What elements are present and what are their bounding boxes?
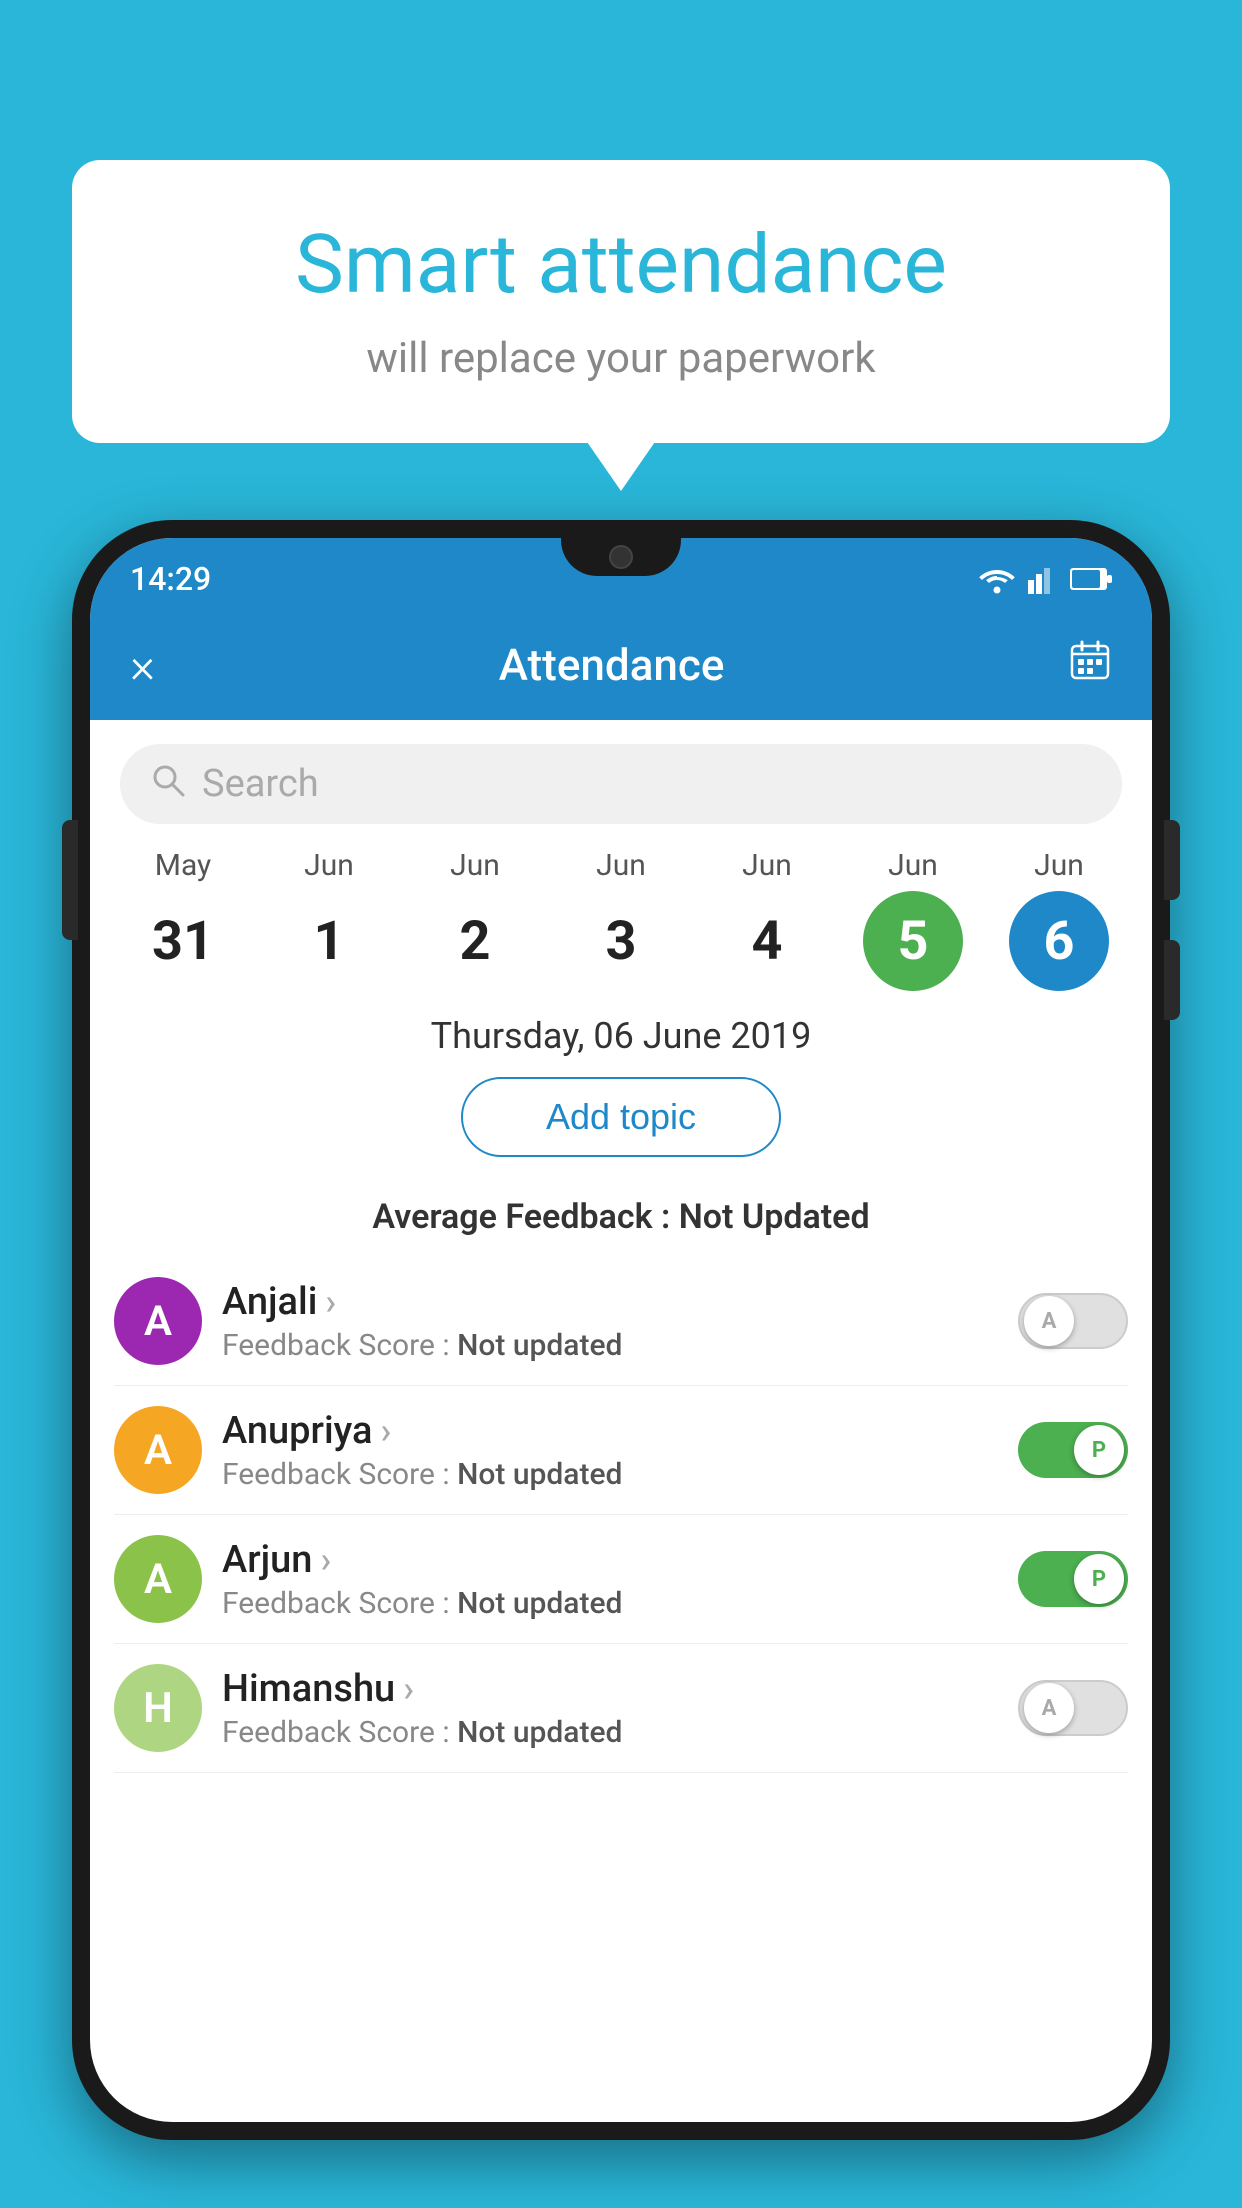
bubble-title: Smart attendance [152,220,1090,310]
selected-date: Thursday, 06 June 2019 [90,1015,1152,1057]
date-month: Jun [888,848,938,883]
list-item[interactable]: A Anupriya Feedback Score : Not updated P [114,1386,1128,1515]
student-name: Arjun [222,1538,998,1582]
student-name: Anjali [222,1280,998,1324]
list-item[interactable]: H Himanshu Feedback Score : Not updated A [114,1644,1128,1773]
list-item[interactable]: A Arjun Feedback Score : Not updated P [114,1515,1128,1644]
date-month: Jun [1034,848,1084,883]
power-button-2 [1164,940,1180,1020]
signal-icon [1028,564,1058,594]
search-bar[interactable]: Search [120,744,1122,824]
volume-button [62,820,78,940]
status-time: 14:29 [130,560,211,598]
date-number: 5 [863,891,963,991]
toggle-switch[interactable]: A [1018,1293,1128,1349]
date-number: 1 [279,891,379,991]
attendance-toggle[interactable]: A [1018,1293,1128,1349]
date-month: Jun [450,848,500,883]
avatar: A [114,1406,202,1494]
avatar: H [114,1664,202,1752]
search-placeholder: Search [202,762,319,806]
date-month: Jun [596,848,646,883]
avg-feedback-label: Average Feedback : [372,1197,678,1237]
date-number: 3 [571,891,671,991]
search-icon [150,762,186,807]
avg-feedback-value: Not Updated [679,1197,870,1237]
attendance-toggle[interactable]: P [1018,1422,1128,1478]
student-feedback: Feedback Score : Not updated [222,1457,998,1492]
avatar: A [114,1535,202,1623]
front-camera [609,545,633,569]
toggle-knob: P [1074,1425,1124,1475]
student-info: Anjali Feedback Score : Not updated [222,1280,998,1363]
toggle-switch[interactable]: P [1018,1422,1128,1478]
app-header: × Attendance [90,610,1152,720]
student-feedback: Feedback Score : Not updated [222,1328,998,1363]
date-number: 2 [425,891,525,991]
student-name: Himanshu [222,1667,998,1711]
phone-body: 14:29 [72,520,1170,2140]
student-info: Himanshu Feedback Score : Not updated [222,1667,998,1750]
date-month: Jun [304,848,354,883]
date-item[interactable]: Jun 4 [702,848,832,991]
header-title: Attendance [499,639,725,691]
date-item[interactable]: Jun 5 [848,848,978,991]
date-item[interactable]: Jun 3 [556,848,686,991]
phone-wrapper: 14:29 [72,520,1170,2208]
avg-feedback: Average Feedback : Not Updated [90,1197,1152,1237]
student-name: Anupriya [222,1409,998,1453]
date-number: 31 [133,891,233,991]
date-row: May 31 Jun 1 Jun 2 Jun 3 Jun 4 Jun 5 Jun 6 [90,848,1152,991]
date-month: May [155,848,211,883]
toggle-switch[interactable]: A [1018,1680,1128,1736]
bubble-subtitle: will replace your paperwork [152,334,1090,383]
list-item[interactable]: A Anjali Feedback Score : Not updated A [114,1257,1128,1386]
add-topic-button[interactable]: Add topic [461,1077,781,1157]
wifi-icon [978,564,1016,594]
student-info: Anupriya Feedback Score : Not updated [222,1409,998,1492]
calendar-icon[interactable] [1068,638,1112,692]
close-button[interactable]: × [130,637,155,694]
date-item[interactable]: May 31 [118,848,248,991]
date-item[interactable]: Jun 2 [410,848,540,991]
speech-bubble-container: Smart attendance will replace your paper… [72,160,1170,443]
toggle-knob: A [1024,1683,1074,1733]
student-feedback: Feedback Score : Not updated [222,1715,998,1750]
battery-icon [1070,568,1112,590]
student-feedback: Feedback Score : Not updated [222,1586,998,1621]
date-month: Jun [742,848,792,883]
phone-screen: 14:29 [90,538,1152,2122]
date-number: 6 [1009,891,1109,991]
toggle-knob: P [1074,1554,1124,1604]
student-info: Arjun Feedback Score : Not updated [222,1538,998,1621]
avatar: A [114,1277,202,1365]
speech-bubble: Smart attendance will replace your paper… [72,160,1170,443]
toggle-switch[interactable]: P [1018,1551,1128,1607]
notch [561,538,681,576]
date-item[interactable]: Jun 6 [994,848,1124,991]
date-number: 4 [717,891,817,991]
attendance-toggle[interactable]: A [1018,1680,1128,1736]
student-list: AAnjaliFeedback Score : Not updatedAAAnu… [90,1257,1152,1773]
date-item[interactable]: Jun 1 [264,848,394,991]
toggle-knob: A [1024,1296,1074,1346]
power-button [1164,820,1180,900]
add-topic-container: Add topic [90,1077,1152,1177]
attendance-toggle[interactable]: P [1018,1551,1128,1607]
status-icons [978,564,1112,594]
